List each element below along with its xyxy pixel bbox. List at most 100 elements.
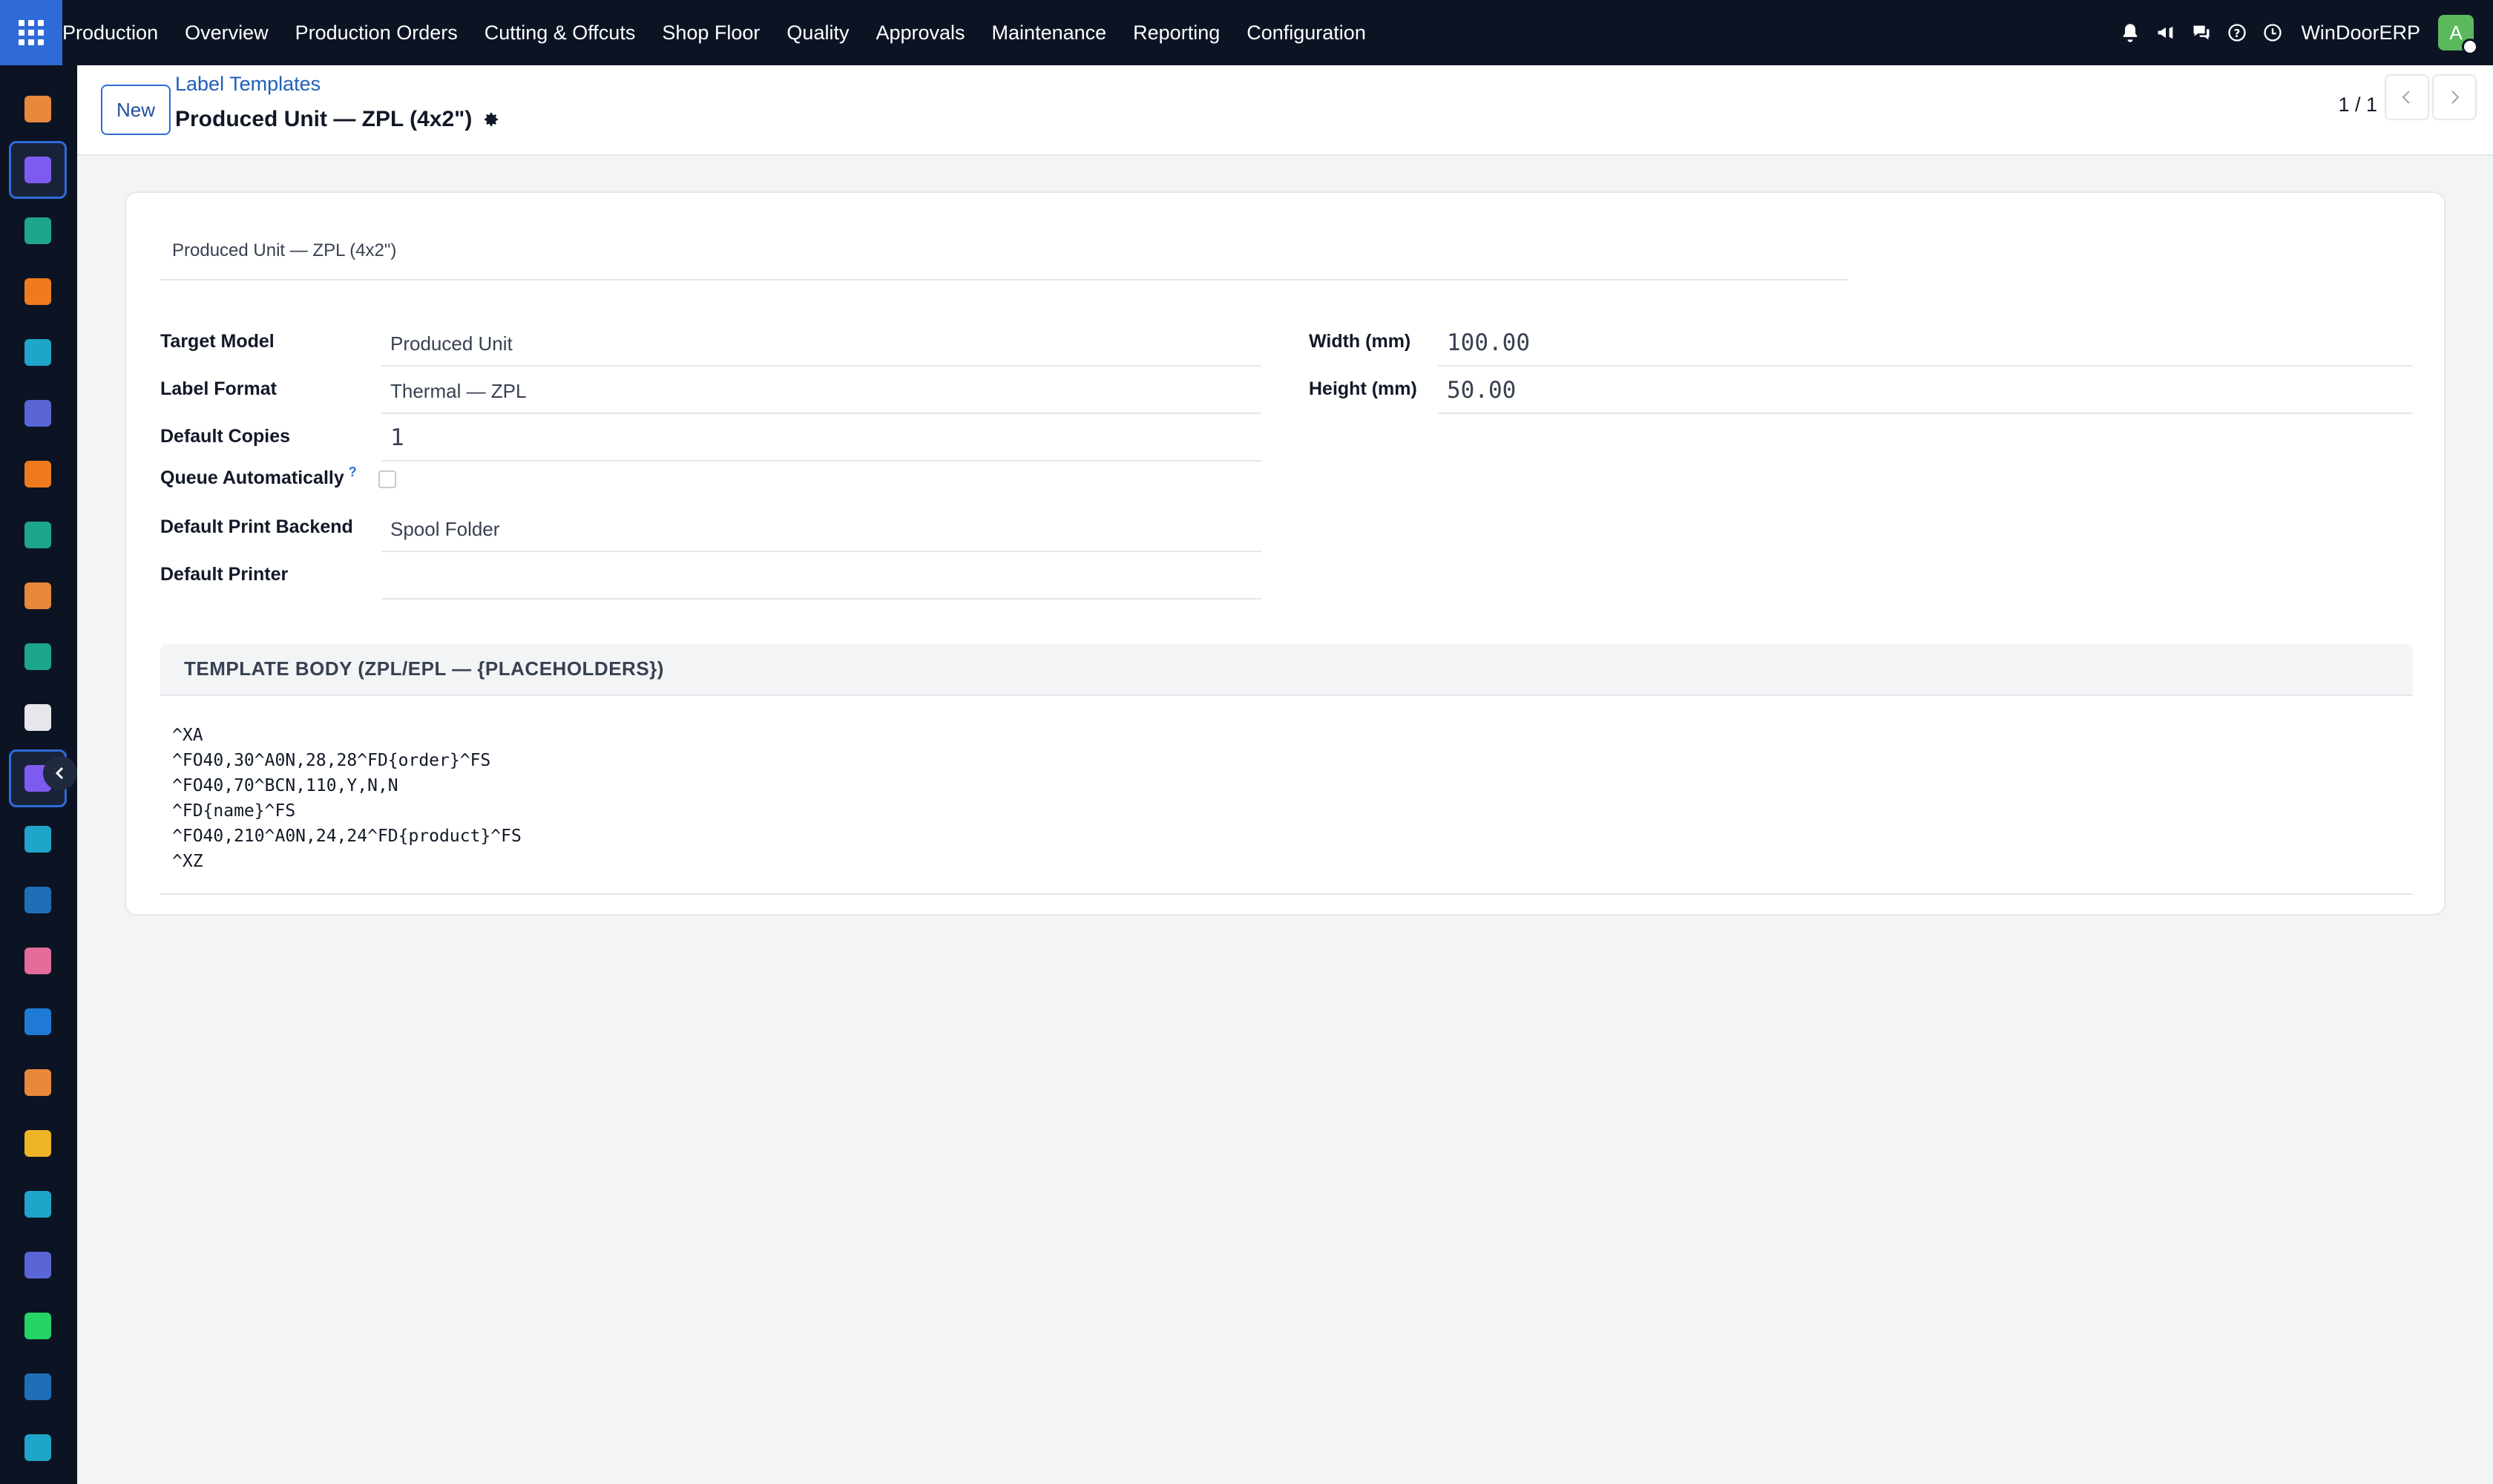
width-mm-label: Width (mm) (1309, 331, 1411, 352)
menu-approvals[interactable]: Approvals (862, 0, 978, 65)
pager-previous-button[interactable] (2385, 74, 2429, 120)
avatar-letter: A (2449, 21, 2463, 44)
user-avatar[interactable]: A (2438, 15, 2478, 55)
pager-next-button[interactable] (2432, 74, 2477, 120)
sidebar-app-19[interactable] (9, 1175, 67, 1233)
accounting-app-icon (24, 1008, 51, 1035)
knowledge-app-icon (24, 887, 51, 913)
sidebar-app-7[interactable] (9, 445, 67, 503)
menu-production-orders[interactable]: Production Orders (282, 0, 471, 65)
sidebar-app-15[interactable] (9, 932, 67, 990)
breadcrumb[interactable]: Label Templates (175, 73, 321, 96)
record-title-text: Produced Unit — ZPL (4x2") (175, 107, 473, 131)
target-model-label: Target Model (160, 331, 275, 352)
sidebar-app-20[interactable] (9, 1236, 67, 1294)
sidebar-app-6[interactable] (9, 384, 67, 442)
form-sheet: Produced Unit — ZPL (4x2") Target Model … (125, 191, 2446, 916)
whatsapp-app-icon (24, 1313, 51, 1339)
inventory-app-icon (24, 582, 51, 609)
calendar-app-icon (24, 1130, 51, 1157)
project-app-icon (24, 522, 51, 548)
template-body-section: TEMPLATE BODY (ZPL/EPL — {PLACEHOLDERS}) (160, 644, 2413, 696)
default-copies-label: Default Copies (160, 426, 291, 447)
bell-icon[interactable] (2112, 0, 2148, 65)
record-title: Produced Unit — ZPL (4x2") (175, 107, 500, 132)
menu-quality[interactable]: Quality (773, 0, 862, 65)
collapse-sidebar-button[interactable] (43, 756, 77, 790)
clock-icon[interactable] (2255, 0, 2290, 65)
queue-automatically-checkbox[interactable] (378, 470, 396, 488)
sidebar-app-9[interactable] (9, 567, 67, 625)
megaphone-icon[interactable] (2148, 0, 2184, 65)
new-button[interactable]: New (101, 85, 171, 135)
sidebar-app-23[interactable] (9, 1419, 67, 1477)
help-icon[interactable]: ? (2219, 0, 2255, 65)
menu-cutting-offcuts[interactable]: Cutting & Offcuts (471, 0, 649, 65)
sidebar-app-21[interactable] (9, 1297, 67, 1355)
menu-overview[interactable]: Overview (171, 0, 282, 65)
sidebar-app-2[interactable] (9, 141, 67, 199)
menu-reporting[interactable]: Reporting (1120, 0, 1233, 65)
sidebar-app-8[interactable] (9, 506, 67, 564)
chevron-left-icon (55, 766, 64, 780)
chat-app-icon (24, 461, 51, 487)
label-format-label: Label Format (160, 378, 277, 399)
default-print-backend-field[interactable]: Spool Folder (381, 506, 1261, 552)
team-app-icon (24, 1069, 51, 1096)
queue-automatically-text: Queue Automatically (160, 467, 344, 488)
default-printer-label: Default Printer (160, 564, 289, 585)
website-app-icon-2 (24, 1434, 51, 1461)
section-title: TEMPLATE BODY (ZPL/EPL — {PLACEHOLDERS}) (184, 657, 664, 680)
queue-automatically-label: Queue Automatically? (160, 464, 357, 489)
dashboard-app-icon (24, 1252, 51, 1278)
default-printer-field[interactable] (381, 554, 1261, 600)
default-copies-field[interactable]: 1 (381, 416, 1261, 462)
company-name[interactable]: WinDoorERP (2301, 22, 2420, 45)
height-mm-field[interactable]: 50.00 (1438, 368, 2413, 414)
menu-shop-floor[interactable]: Shop Floor (648, 0, 773, 65)
sidebar-app-1[interactable] (9, 80, 67, 138)
sidebar-app-13[interactable] (9, 810, 67, 868)
chevron-right-icon (2451, 91, 2460, 104)
employees-app-icon (24, 643, 51, 670)
sidebar-app-11[interactable] (9, 689, 67, 746)
sidebar-app-22[interactable] (9, 1358, 67, 1416)
status-dot (2462, 39, 2478, 55)
sidebar-app-3[interactable] (9, 202, 67, 260)
width-mm-field[interactable]: 100.00 (1438, 321, 2413, 367)
sidebar-app-10[interactable] (9, 628, 67, 686)
main-menu: Production Overview Production Orders Cu… (62, 0, 1379, 65)
sidebar-app-5[interactable] (9, 324, 67, 381)
sidebar-app-17[interactable] (9, 1054, 67, 1112)
mail-app-icon (24, 400, 51, 427)
label-format-field[interactable]: Thermal — ZPL (381, 368, 1261, 414)
help-tooltip-icon[interactable]: ? (349, 464, 357, 479)
manufacturing-app-icon (24, 96, 51, 122)
production-app-icon (24, 157, 51, 183)
website-app-icon (24, 339, 51, 366)
sidebar-app-18[interactable] (9, 1114, 67, 1172)
svg-text:?: ? (2234, 27, 2241, 40)
grid-icon (19, 20, 44, 45)
timer-app-icon (24, 1373, 51, 1400)
sidebar-app-14[interactable] (9, 871, 67, 929)
gear-icon[interactable] (482, 111, 500, 128)
chat-icon[interactable] (2184, 0, 2219, 65)
top-navbar: Production Overview Production Orders Cu… (0, 0, 2493, 65)
menu-maintenance[interactable]: Maintenance (979, 0, 1120, 65)
height-mm-label: Height (mm) (1309, 378, 1417, 399)
menu-configuration[interactable]: Configuration (1233, 0, 1379, 65)
approvals-app-icon (24, 826, 51, 853)
barcode-app-icon (24, 948, 51, 974)
target-model-field[interactable]: Produced Unit (381, 321, 1261, 367)
sidebar-app-16[interactable] (9, 993, 67, 1051)
sign-app-icon (24, 1191, 51, 1218)
pager-value: 1 / 1 (2338, 93, 2377, 116)
systray: ? WinDoorERP A (2112, 0, 2493, 65)
apps-menu-button[interactable] (0, 0, 62, 65)
menu-brand-production[interactable]: Production (62, 0, 171, 65)
template-name-field[interactable]: Produced Unit — ZPL (4x2") (160, 230, 1847, 280)
package-app-icon (24, 704, 51, 731)
template-body-editor[interactable]: ^XA ^FO40,30^A0N,28,28^FD{order}^FS ^FO4… (160, 715, 2413, 895)
sidebar-app-4[interactable] (9, 263, 67, 321)
